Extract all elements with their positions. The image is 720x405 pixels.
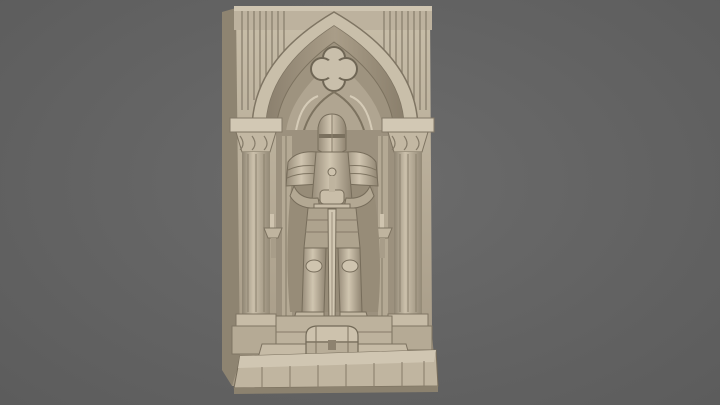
tiled-base [233,349,439,394]
sculpture-render [222,6,439,394]
3d-viewport[interactable] [0,0,720,405]
